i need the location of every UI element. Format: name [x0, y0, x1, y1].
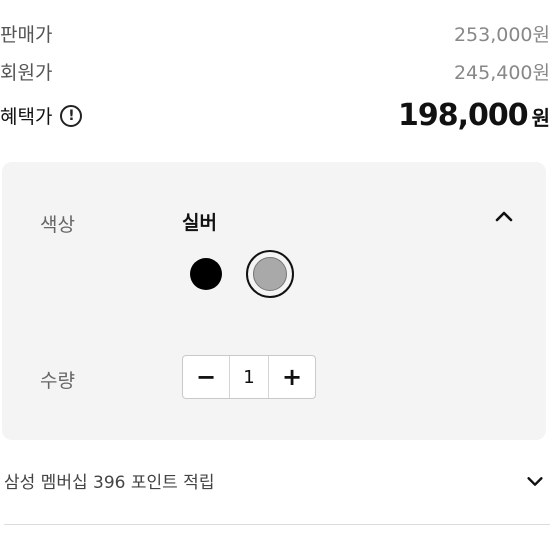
- chevron-down-icon[interactable]: [524, 470, 546, 492]
- quantity-label: 수량: [40, 370, 75, 392]
- quantity-value[interactable]: 1: [229, 356, 269, 398]
- option-panel: 색상 실버 수량 − 1 +: [2, 162, 546, 440]
- color-option-label: 색상: [40, 214, 75, 236]
- benefit-price-value: 198,000 원: [398, 98, 550, 133]
- benefit-price-row: 혜택가 ! 198,000 원: [0, 98, 550, 133]
- increment-button[interactable]: +: [269, 356, 315, 398]
- quantity-stepper: − 1 +: [182, 355, 316, 399]
- color-swatch-silver[interactable]: [253, 257, 287, 291]
- decrement-button[interactable]: −: [183, 356, 229, 398]
- benefit-price-label: 혜택가: [0, 106, 53, 128]
- info-icon[interactable]: !: [60, 104, 83, 127]
- divider: [4, 524, 550, 525]
- sale-price-row: 판매가 253,000원: [0, 20, 550, 47]
- color-swatch-black[interactable]: [190, 258, 222, 290]
- sale-price-value: 253,000원: [453, 24, 550, 46]
- benefit-price-amount: 198,000: [397, 98, 529, 133]
- member-price-label: 회원가: [0, 62, 53, 84]
- selected-color-value: 실버: [182, 212, 217, 234]
- membership-points-text: 삼성 멤버십 396 포인트 적립: [4, 473, 215, 493]
- member-price-row: 회원가 245,400원: [0, 58, 550, 85]
- benefit-price-unit: 원: [531, 106, 550, 130]
- member-price-value: 245,400원: [453, 62, 550, 84]
- sale-price-label: 판매가: [0, 24, 53, 46]
- color-swatch-silver-selected[interactable]: [246, 250, 294, 298]
- benefit-price-label-group: 혜택가 !: [0, 102, 83, 129]
- membership-points-row[interactable]: 삼성 멤버십 396 포인트 적립: [4, 468, 546, 493]
- chevron-up-icon[interactable]: [492, 204, 516, 228]
